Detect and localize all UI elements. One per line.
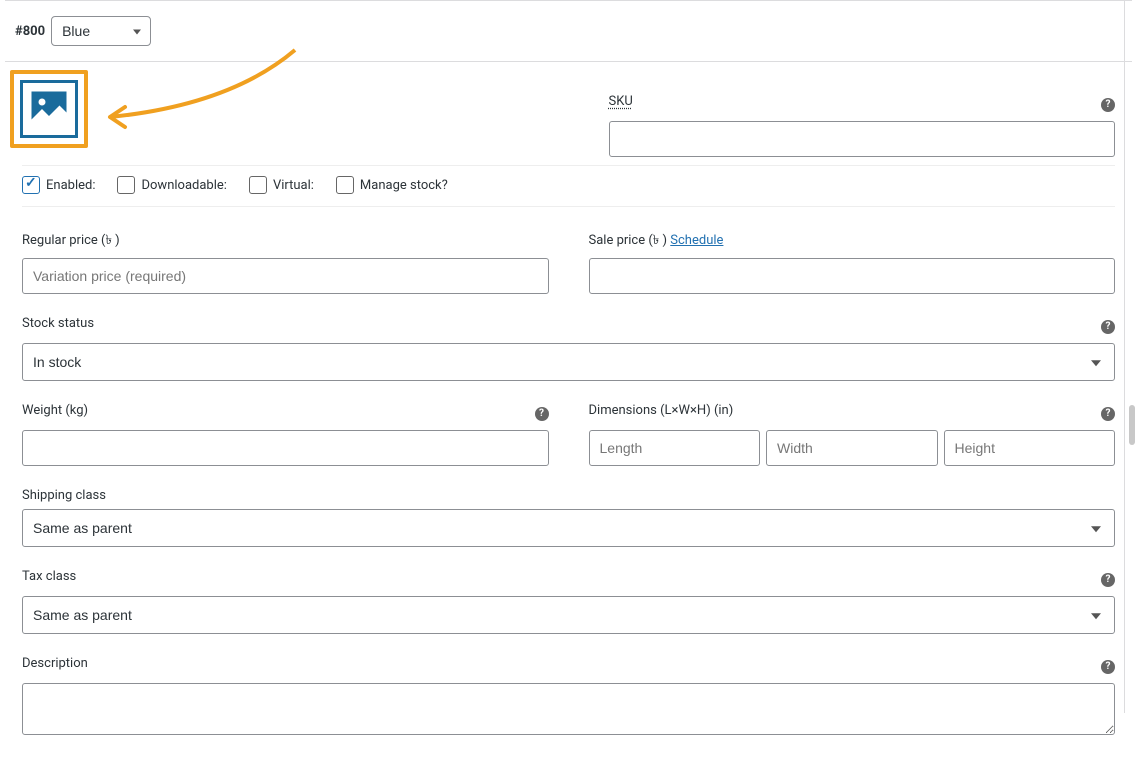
weight-input[interactable] — [22, 430, 549, 466]
help-icon[interactable]: ? — [1101, 573, 1115, 587]
enabled-label: Enabled: — [46, 178, 95, 193]
upload-image-button[interactable] — [20, 80, 78, 138]
manage-stock-label: Manage stock? — [360, 178, 448, 193]
virtual-checkbox[interactable] — [249, 176, 267, 194]
attribute-select[interactable]: Blue — [51, 16, 151, 46]
sku-input[interactable] — [609, 121, 1116, 157]
sale-price-input[interactable] — [589, 258, 1116, 294]
image-placeholder-icon — [28, 88, 70, 130]
help-icon[interactable]: ? — [535, 407, 549, 421]
dimensions-label: Dimensions (L×W×H) (in) — [589, 403, 734, 418]
description-textarea[interactable] — [22, 683, 1115, 735]
enabled-checkbox[interactable] — [22, 176, 40, 194]
downloadable-label: Downloadable: — [141, 178, 226, 193]
width-input[interactable] — [766, 430, 938, 466]
regular-price-label: Regular price (৳ ) — [22, 231, 549, 252]
description-label: Description — [22, 656, 88, 671]
help-icon[interactable]: ? — [1101, 660, 1115, 674]
sale-price-label: Sale price (৳ ) Schedule — [589, 231, 1116, 252]
scrollbar[interactable] — [1129, 405, 1135, 445]
stock-status-label: Stock status — [22, 316, 94, 331]
virtual-label: Virtual: — [273, 178, 314, 193]
weight-label: Weight (kg) — [22, 403, 88, 418]
stock-status-select[interactable]: In stock — [22, 343, 1115, 381]
shipping-class-label: Shipping class — [22, 488, 1115, 503]
variation-id: #800 — [15, 24, 45, 39]
shipping-class-select[interactable]: Same as parent — [22, 509, 1115, 547]
help-icon[interactable]: ? — [1101, 98, 1115, 112]
tax-class-label: Tax class — [22, 569, 76, 584]
schedule-link[interactable]: Schedule — [670, 233, 723, 248]
length-input[interactable] — [589, 430, 761, 466]
variation-header: #800 Blue — [5, 1, 1132, 62]
tax-class-select[interactable]: Same as parent — [22, 596, 1115, 634]
image-highlight-box — [10, 70, 88, 148]
options-row: Enabled: Downloadable: Virtual: Manage s… — [22, 165, 1115, 207]
downloadable-checkbox[interactable] — [117, 176, 135, 194]
help-icon[interactable]: ? — [1101, 320, 1115, 334]
regular-price-input[interactable] — [22, 258, 549, 294]
manage-stock-checkbox[interactable] — [336, 176, 354, 194]
height-input[interactable] — [944, 430, 1116, 466]
help-icon[interactable]: ? — [1101, 407, 1115, 421]
sku-label: SKU — [609, 94, 633, 109]
